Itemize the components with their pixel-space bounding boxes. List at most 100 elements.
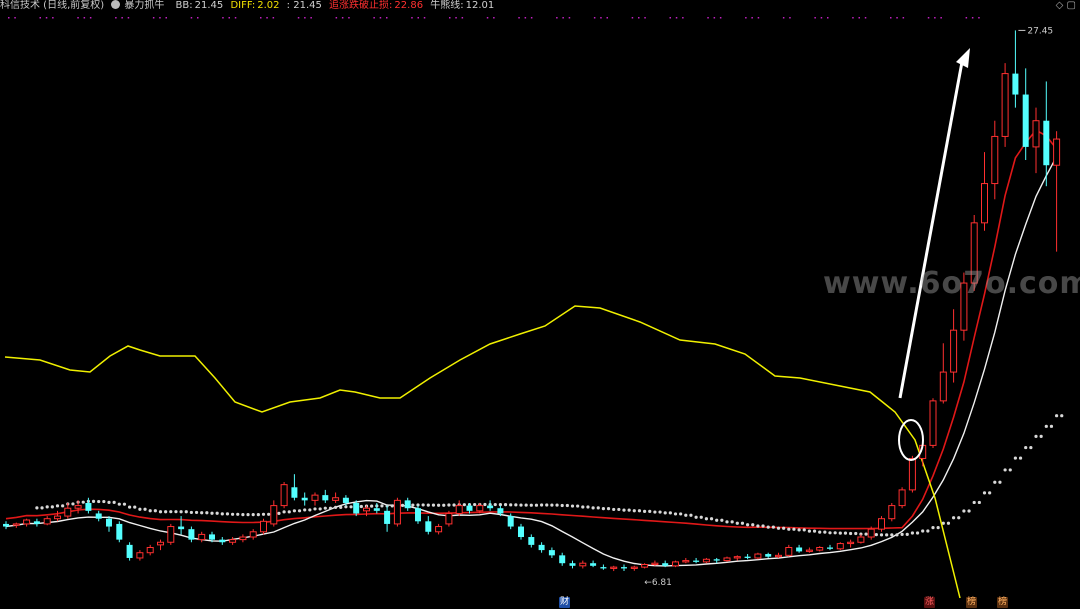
- bull-bear-dot: [421, 503, 425, 507]
- bull-bear-dot: [704, 517, 709, 521]
- signal-dot: [304, 17, 306, 19]
- candle-body-up: [723, 557, 731, 562]
- bull-bear-dot: [988, 491, 992, 495]
- bull-bear-dot: [921, 529, 925, 533]
- signal-dot: [606, 17, 608, 19]
- candle-body-up: [455, 505, 463, 514]
- bull-bear-dot: [493, 502, 497, 507]
- candle-body-up: [981, 183, 988, 224]
- bull-bear-dot: [807, 529, 812, 533]
- candle-body-up: [12, 523, 20, 526]
- candle-body-down: [322, 495, 329, 501]
- bull-bear-dot: [61, 504, 65, 508]
- bull-bear-dot: [632, 509, 636, 513]
- bull-bear-dot: [833, 531, 837, 535]
- bull-bear-dot: [982, 491, 987, 495]
- ranking-badge-2[interactable]: 榜: [997, 597, 1009, 608]
- bull-bear-dot: [102, 499, 106, 504]
- bull-bear-dot: [400, 503, 405, 507]
- bull-bear-dot: [452, 503, 456, 507]
- candle-body-up: [857, 536, 865, 543]
- bull-bear-dot: [998, 480, 1002, 484]
- bull-bear-dot: [308, 508, 312, 512]
- bull-bear-dot: [529, 503, 533, 507]
- signal-dot: [858, 17, 860, 19]
- signal-dot: [228, 17, 230, 19]
- bull-bear-dot: [117, 502, 121, 506]
- candle-body-up: [198, 533, 206, 541]
- candle-body-up: [146, 546, 154, 554]
- bull-bear-dot: [828, 531, 832, 535]
- candle-body-up: [775, 554, 782, 558]
- candle-body-down: [466, 505, 473, 511]
- candle-body-down: [528, 537, 535, 545]
- bull-bear-dot: [339, 505, 343, 509]
- bull-bear-dot: [1029, 445, 1033, 450]
- bull-bear-dot: [823, 530, 827, 534]
- ranking-badge-1[interactable]: 榜: [966, 597, 978, 608]
- bull-bear-dot: [972, 500, 976, 505]
- signal-dot: [234, 17, 237, 19]
- bull-bear-dot: [344, 505, 348, 509]
- candle-body-down: [693, 560, 700, 562]
- signal-dot: [864, 17, 867, 19]
- bull-bear-dot: [936, 525, 940, 530]
- bull-bear-dot: [771, 525, 775, 529]
- bull-bear-dot: [1018, 456, 1023, 460]
- bull-bear-dot: [679, 512, 683, 516]
- candle-body-down: [188, 529, 195, 540]
- limit-up-badge[interactable]: 涨: [924, 597, 936, 608]
- signal-dot: [266, 17, 268, 19]
- bull-bear-dot: [720, 518, 724, 522]
- signal-dot: [159, 17, 161, 19]
- bull-bear-dot: [431, 503, 436, 507]
- candle-body-down: [662, 563, 669, 566]
- candle-body-up: [157, 541, 164, 546]
- bull-bear-dot: [35, 506, 39, 510]
- bull-bear-dot: [71, 502, 75, 506]
- bull-bear-dot: [519, 503, 523, 507]
- bull-bear-dot: [282, 510, 286, 514]
- candle-body-down: [291, 487, 298, 498]
- signal-dot: [493, 17, 495, 19]
- bull-bear-dot: [1044, 424, 1048, 428]
- bull-bear-dot: [606, 507, 611, 511]
- candle-body-up: [888, 505, 896, 520]
- bull-bear-dot: [905, 532, 909, 537]
- bull-bear-dot: [926, 529, 930, 533]
- bull-bear-dot: [534, 503, 539, 507]
- bull-bear-dot: [890, 533, 894, 537]
- candle-body-up: [672, 561, 679, 567]
- bull-bear-dot: [946, 521, 951, 525]
- candle-body-up: [898, 489, 906, 507]
- signal-dot: [341, 17, 344, 19]
- signal-dot: [827, 17, 829, 19]
- bull-bear-dot: [128, 505, 132, 509]
- price-chart[interactable]: 27.45 ←6.81: [0, 0, 1080, 609]
- bull-bear-dot: [349, 505, 353, 509]
- candle-body-up: [167, 526, 175, 543]
- candle-body-down: [116, 523, 123, 540]
- candle-body-down: [1043, 120, 1050, 166]
- bull-bear-dot: [1008, 468, 1012, 472]
- candle-body-down: [415, 508, 421, 522]
- bull-bear-dot: [843, 531, 848, 535]
- bull-bear-dot: [699, 515, 703, 519]
- signal-dot: [978, 17, 980, 19]
- candle-body-down: [404, 500, 411, 509]
- bull-bear-dot: [143, 507, 147, 511]
- candle-body-up: [332, 497, 340, 501]
- bull-bear-dot: [756, 524, 760, 528]
- bull-bear-dot: [359, 504, 363, 509]
- finance-badge[interactable]: 财: [559, 597, 571, 608]
- signal-dot: [927, 17, 930, 19]
- candle-body-up: [610, 566, 618, 569]
- bull-bear-dot: [725, 520, 729, 524]
- bull-bear-dot: [205, 511, 209, 515]
- bull-bear-dot: [91, 499, 96, 503]
- signal-dot: [669, 17, 671, 19]
- bull-bear-dot: [297, 509, 302, 513]
- bull-bear-dot: [931, 525, 935, 530]
- bull-bear-dot: [586, 505, 590, 509]
- bull-bear-dot: [411, 503, 415, 507]
